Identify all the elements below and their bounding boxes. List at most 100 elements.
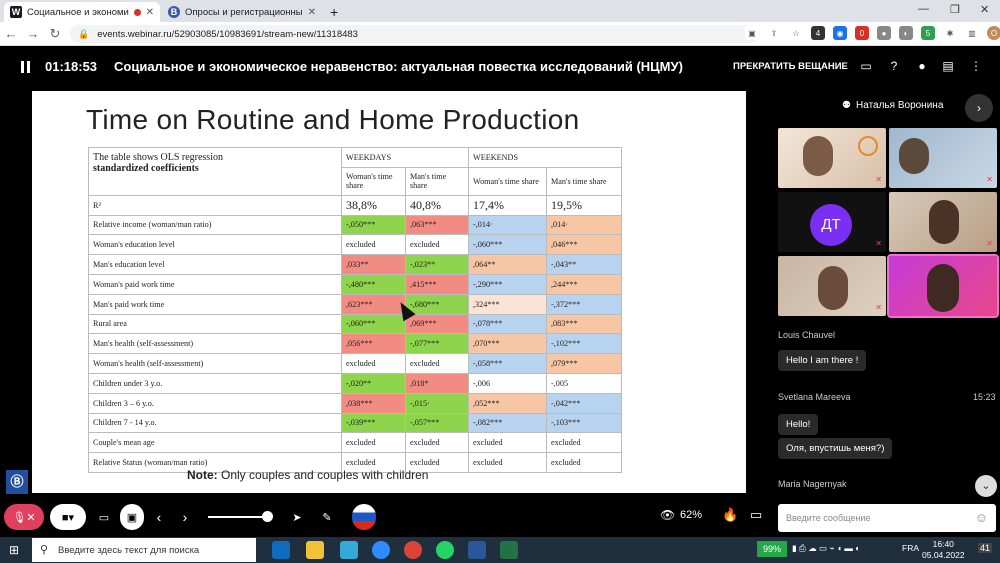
chat-author: Louis Chauvel [778,330,836,340]
sidepanel-icon[interactable]: ▥ [965,26,979,40]
table-cell: ,056*** [341,333,406,355]
participant-video[interactable]: ✕ [778,256,886,316]
tab-title: Опросы и регистрационные ф [185,6,303,18]
tab-forms[interactable]: B Опросы и регистрационные ф ✕ [162,2,322,22]
zoom-icon[interactable] [372,541,390,559]
table-cell: ,064** [468,254,547,275]
pause-icon[interactable] [20,61,32,73]
participant-video-active[interactable] [887,254,999,318]
presentation-icon[interactable]: ▣ [120,504,144,530]
host-icon: ⚉ [842,100,851,111]
layout-icon[interactable]: ▭ [750,507,762,523]
scroll-down-button[interactable]: ⌄ [975,475,997,497]
participant-video[interactable]: ✕ [778,128,886,188]
screen-share-icon[interactable]: ▭ [92,504,116,530]
share-icon[interactable]: ⇪ [767,26,781,40]
language-indicator[interactable]: FRA [902,543,919,553]
chrome-icon[interactable] [404,541,422,559]
windows-start-icon[interactable]: ⊞ [9,543,19,557]
more-icon[interactable]: ⋮ [968,59,984,75]
participant-video[interactable]: ✕ [889,128,997,188]
word-icon[interactable] [468,541,486,559]
recording-dot-icon [133,8,141,16]
battery-indicator[interactable]: 99% [757,541,787,557]
camera-toggle-button[interactable]: ■▾ [50,504,86,530]
column-header: Woman's time share [468,166,547,196]
table-cell: -,103*** [546,412,622,434]
message-input[interactable]: Введите сообщение ☺ [778,504,996,532]
emoji-icon[interactable]: ☺ [975,510,988,525]
question-icon[interactable]: ? [886,59,902,75]
files-icon[interactable]: ▤ [940,59,956,75]
chat-icon[interactable]: ▭ [858,59,874,75]
notifications-badge[interactable]: 41 [978,543,993,553]
table-cell: -,480*** [341,273,406,295]
stop-broadcast-button[interactable]: ПРЕКРАТИТЬ ВЕЩАНИЕ [733,61,848,72]
table-row: Relative income (woman/man ratio) -,050**… [88,214,622,236]
next-arrow-button[interactable]: › [965,94,993,122]
cast-icon[interactable]: ▣ [745,26,759,40]
prev-slide-icon[interactable]: ‹ [150,504,168,530]
table-row: Couple's mean age excluded excluded exclude… [88,432,622,454]
file-explorer-icon[interactable] [306,541,324,559]
mic-toggle-button[interactable]: 🎙✕ [4,504,44,530]
chat-message: Оля, впустишь меня?) [778,438,893,459]
back-icon[interactable]: ← [0,26,22,41]
minimize-icon[interactable]: — [918,3,929,15]
table-cell: excluded [546,452,622,473]
participant-video[interactable]: ✕ [889,192,997,252]
extension-icon[interactable]: ◐ [899,26,913,40]
new-tab-button[interactable]: + [324,2,342,22]
webinar-header: 01:18:53 Социальное и экономическое нера… [0,46,1000,88]
table-cell: ,244*** [546,273,622,295]
table-cell: -,057*** [405,412,469,434]
chat-message: Hello! [778,414,819,435]
intro-line-bold: standardized coefficients [93,163,199,174]
table-row: Woman's paid work time -,480*** ,415*** -,2… [88,273,622,295]
table-cell: ,052*** [468,392,547,414]
extension-icon[interactable]: ◉ [833,26,847,40]
table-cell: excluded [341,234,406,256]
volume-slider[interactable] [208,516,268,518]
table-cell: excluded [341,432,406,454]
volume-knob[interactable] [262,511,273,522]
reload-icon[interactable]: ↻ [44,26,66,42]
forward-icon[interactable]: → [22,26,44,41]
language-flag-icon[interactable] [352,504,376,530]
maximize-icon[interactable]: ❐ [950,3,960,16]
pointer-icon[interactable]: ➤ [288,504,306,530]
table-row: R² 38,8% 40,8% 17,4% 19,5% [88,194,622,216]
table-cell: -,006 [468,372,547,394]
extension-icon[interactable]: 4 [811,26,825,40]
close-tab-icon[interactable]: ✕ [146,7,154,18]
fire-icon[interactable]: 🔥 [722,507,738,523]
row-label: Rural area [88,313,342,335]
extension-icon[interactable]: ● [877,26,891,40]
brush-icon[interactable]: ✎ [316,504,338,530]
table-cell: -,023** [405,254,469,275]
row-label: Children 7 - 14 y.o. [88,412,342,434]
extension-icon[interactable]: 0 [855,26,869,40]
participant-video[interactable]: ДТ ✕ [778,192,886,252]
taskbar-search[interactable]: ⚲ Введите здесь текст для поиска [32,538,256,562]
excel-icon[interactable] [500,541,518,559]
star-icon[interactable]: ☆ [789,26,803,40]
tab-title: Социальное и экономическ [27,6,129,18]
next-slide-icon[interactable]: › [176,504,194,530]
close-window-icon[interactable]: ✕ [980,3,989,16]
profile-avatar[interactable]: O [987,26,1000,40]
close-tab-icon[interactable]: ✕ [308,7,316,18]
url-field[interactable]: 🔒 events.webinar.ru/52903085/10983691/st… [70,25,760,43]
clock[interactable]: 16:40 05.04.2022 [922,539,965,561]
app-l-icon[interactable] [340,541,358,559]
whatsapp-icon[interactable] [436,541,454,559]
tab-webinar[interactable]: W Социальное и экономическ ✕ [4,2,160,22]
extension-icon[interactable]: 5 [921,26,935,40]
outlook-icon[interactable] [272,541,290,559]
puzzle-icon[interactable]: ✱ [943,26,957,40]
participants-icon[interactable]: ● [914,59,930,75]
table-cell: ,083*** [546,313,622,335]
search-icon: ⚲ [40,544,49,556]
tray-icons[interactable]: ▮ ⎙ ☁ ▭ ⌁ ◖ ▬ ◐ [792,543,860,554]
column-header: Man's time share [405,166,469,196]
